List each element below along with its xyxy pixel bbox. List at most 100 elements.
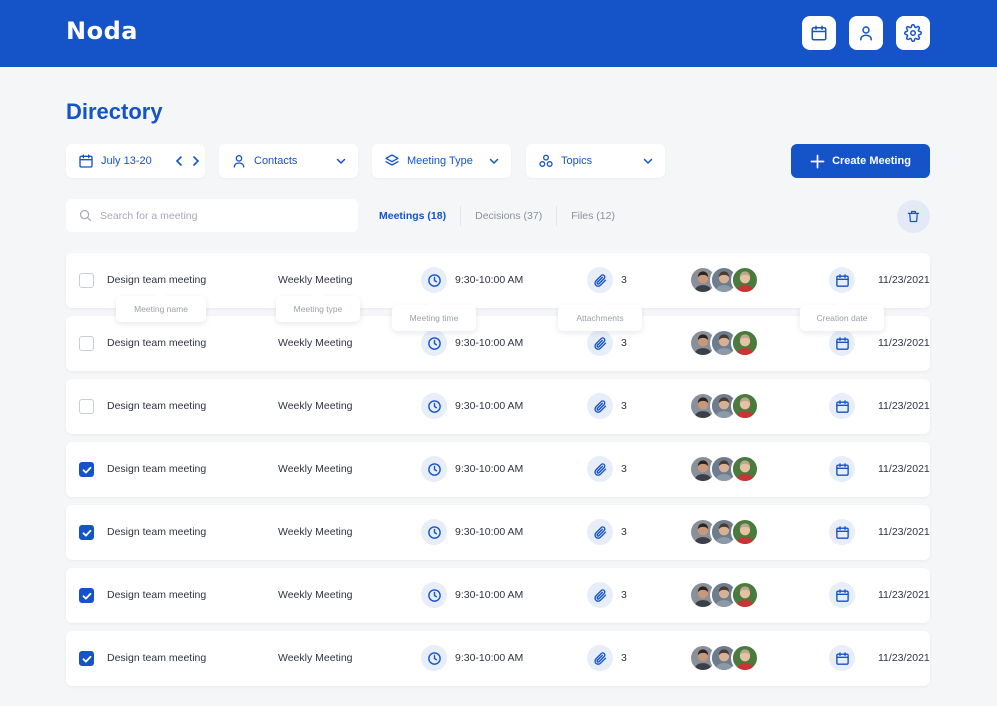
- topics-filter[interactable]: Topics: [526, 144, 665, 178]
- row-checkbox[interactable]: [79, 273, 94, 288]
- trash-icon: [907, 210, 920, 223]
- avatar[interactable]: [731, 455, 759, 483]
- creation-date: 11/23/2021: [878, 589, 930, 601]
- calendar-icon: [829, 582, 855, 608]
- chevron-down-icon: [489, 158, 499, 165]
- meeting-type: Weekly Meeting: [278, 652, 353, 664]
- clock-icon: [421, 456, 447, 482]
- calendar-icon: [79, 154, 93, 168]
- meeting-time: 9:30-10:00 AM: [455, 274, 524, 286]
- contacts-label: Contacts: [254, 155, 298, 167]
- meeting-name[interactable]: Design team meeting: [107, 568, 206, 623]
- paperclip-icon[interactable]: [587, 393, 613, 419]
- delete-button[interactable]: [897, 200, 930, 233]
- calendar-button[interactable]: [802, 16, 836, 50]
- participant-avatars: [689, 392, 761, 420]
- row-checkbox[interactable]: [79, 336, 94, 351]
- clock-icon: [421, 645, 447, 671]
- participant-avatars: [689, 329, 761, 357]
- clock-icon: [421, 582, 447, 608]
- date-range-label: July 13-20: [101, 155, 152, 167]
- search-box[interactable]: [66, 199, 358, 232]
- profile-button[interactable]: [849, 16, 883, 50]
- creation-date: 11/23/2021: [878, 400, 930, 412]
- table-row[interactable]: Design team meeting Weekly Meeting 9:30-10…: [66, 379, 930, 434]
- settings-icon: [904, 24, 922, 42]
- avatar[interactable]: [731, 392, 759, 420]
- row-checkbox[interactable]: [79, 588, 94, 603]
- paperclip-icon[interactable]: [587, 267, 613, 293]
- meeting-type-filter[interactable]: Meeting Type: [372, 144, 511, 178]
- calendar-icon: [811, 25, 827, 41]
- meeting-type: Weekly Meeting: [278, 526, 353, 538]
- avatar[interactable]: [731, 266, 759, 294]
- topics-label: Topics: [561, 155, 593, 167]
- user-icon: [233, 155, 245, 168]
- paperclip-icon[interactable]: [587, 456, 613, 482]
- meeting-time: 9:30-10:00 AM: [455, 400, 524, 412]
- avatar[interactable]: [731, 644, 759, 672]
- meeting-time: 9:30-10:00 AM: [455, 526, 524, 538]
- user-icon: [860, 26, 872, 41]
- row-checkbox[interactable]: [79, 399, 94, 414]
- paperclip-icon[interactable]: [587, 519, 613, 545]
- table-row[interactable]: Design team meeting Weekly Meeting 9:30-10…: [66, 442, 930, 497]
- row-checkbox[interactable]: [79, 462, 94, 477]
- chevron-down-icon: [643, 158, 653, 165]
- meeting-name[interactable]: Design team meeting: [107, 442, 206, 497]
- row-checkbox[interactable]: [79, 525, 94, 540]
- table-row[interactable]: Design team meeting Weekly Meeting 9:30-10…: [66, 568, 930, 623]
- chevron-right-icon[interactable]: [192, 156, 200, 166]
- paperclip-icon[interactable]: [587, 330, 613, 356]
- create-meeting-label: Create Meeting: [832, 155, 911, 167]
- paperclip-icon[interactable]: [587, 582, 613, 608]
- tooltip-meeting-time: Meeting time: [392, 305, 476, 331]
- calendar-icon: [829, 330, 855, 356]
- avatar[interactable]: [731, 581, 759, 609]
- tooltip-meeting-type: Meeting type: [276, 296, 360, 322]
- chevron-left-icon[interactable]: [175, 156, 183, 166]
- contacts-filter[interactable]: Contacts: [219, 144, 358, 178]
- tab-files[interactable]: Files (12): [571, 210, 615, 222]
- calendar-icon: [829, 456, 855, 482]
- top-bar: Noda: [0, 0, 997, 67]
- tab-divider: [556, 206, 558, 226]
- row-checkbox[interactable]: [79, 651, 94, 666]
- meeting-time: 9:30-10:00 AM: [455, 463, 524, 475]
- chevron-down-icon: [336, 158, 346, 165]
- settings-button[interactable]: [896, 16, 930, 50]
- clock-icon: [421, 393, 447, 419]
- attachment-count: 3: [621, 526, 627, 538]
- attachment-count: 3: [621, 652, 627, 664]
- calendar-icon: [829, 519, 855, 545]
- create-meeting-button[interactable]: Create Meeting: [791, 144, 930, 178]
- paperclip-icon[interactable]: [587, 645, 613, 671]
- table-row[interactable]: Design team meeting Weekly Meeting 9:30-10…: [66, 631, 930, 686]
- avatar[interactable]: [731, 329, 759, 357]
- calendar-icon: [829, 393, 855, 419]
- table-row[interactable]: Design team meeting Weekly Meeting 9:30-10…: [66, 505, 930, 560]
- participant-avatars: [689, 518, 761, 546]
- creation-date: 11/23/2021: [878, 652, 930, 664]
- attachment-count: 3: [621, 589, 627, 601]
- avatar[interactable]: [731, 518, 759, 546]
- tab-decisions[interactable]: Decisions (37): [475, 210, 542, 222]
- meeting-type: Weekly Meeting: [278, 337, 353, 349]
- meeting-name[interactable]: Design team meeting: [107, 631, 206, 686]
- date-range-filter[interactable]: July 13-20: [66, 144, 205, 178]
- search-input[interactable]: [100, 209, 346, 222]
- meeting-name[interactable]: Design team meeting: [107, 316, 206, 371]
- creation-date: 11/23/2021: [878, 337, 930, 349]
- meeting-time: 9:30-10:00 AM: [455, 589, 524, 601]
- layers-icon: [385, 154, 399, 166]
- tooltip-attachments: Attachments: [558, 305, 642, 331]
- tab-divider: [460, 206, 462, 226]
- attachment-count: 3: [621, 400, 627, 412]
- meeting-name[interactable]: Design team meeting: [107, 379, 206, 434]
- app-logo[interactable]: Noda: [66, 17, 138, 45]
- meeting-type: Weekly Meeting: [278, 400, 353, 412]
- tab-bar: Meetings (18) Decisions (37) Files (12): [379, 206, 615, 226]
- tab-meetings[interactable]: Meetings (18): [379, 210, 446, 222]
- attachment-count: 3: [621, 274, 627, 286]
- meeting-name[interactable]: Design team meeting: [107, 505, 206, 560]
